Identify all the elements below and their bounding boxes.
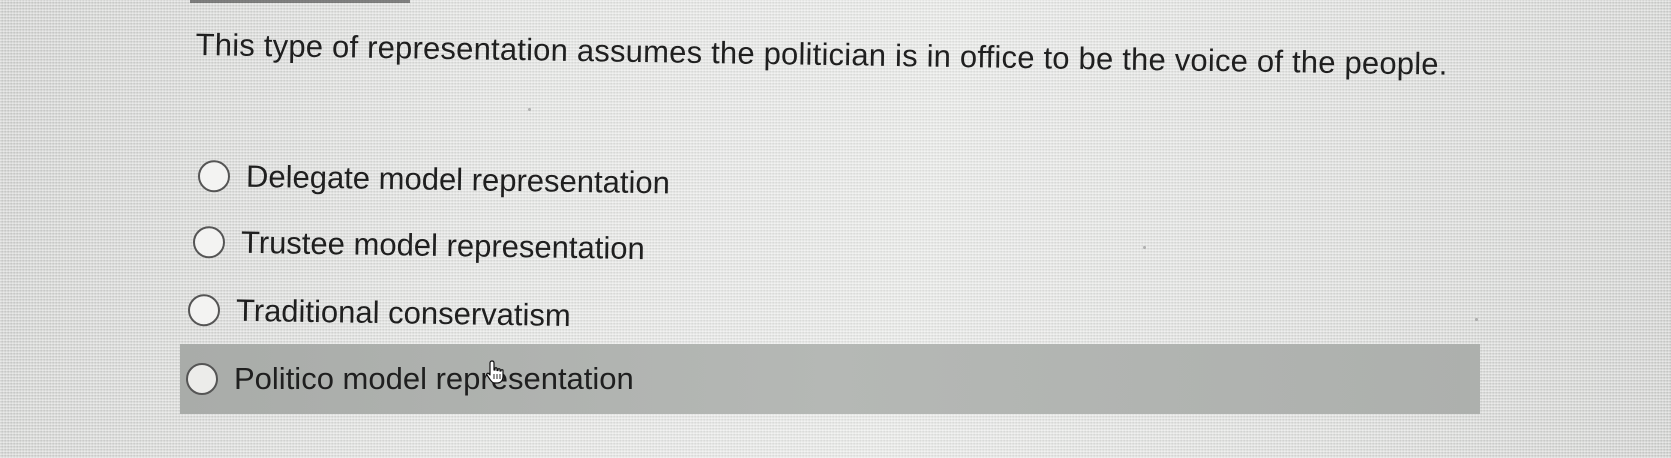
radio-button[interactable] xyxy=(187,294,221,327)
top-edge-bar xyxy=(190,0,410,3)
option-traditional-conservatism[interactable]: Traditional conservatism xyxy=(187,282,572,344)
screen-speck xyxy=(528,108,531,111)
screen-speck xyxy=(1475,318,1478,321)
option-politico-model[interactable]: Politico model representation xyxy=(180,344,1480,414)
option-label: Traditional conservatism xyxy=(235,292,572,334)
radio-button[interactable] xyxy=(186,363,218,395)
option-trustee-model[interactable]: Trustee model representation xyxy=(192,214,646,277)
question-text: This type of representation assumes the … xyxy=(195,26,1448,82)
radio-button[interactable] xyxy=(197,160,231,193)
radio-button[interactable] xyxy=(192,226,226,259)
option-label: Trustee model representation xyxy=(240,224,646,267)
option-delegate-model[interactable]: Delegate model representation xyxy=(197,148,671,211)
option-label: Delegate model representation xyxy=(245,158,671,201)
screen-speck xyxy=(1143,246,1146,249)
option-label: Politico model representation xyxy=(234,361,634,396)
